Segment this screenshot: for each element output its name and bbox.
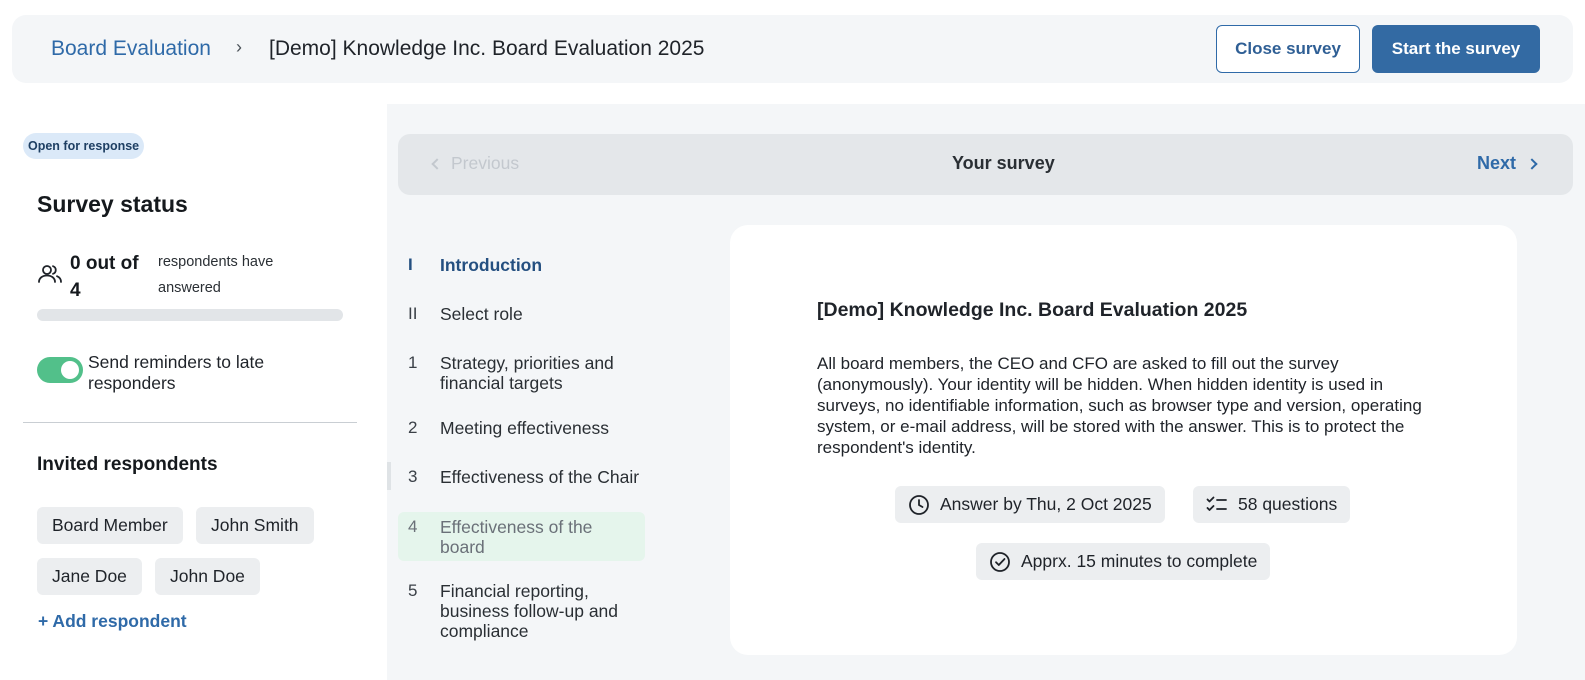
toc-item-introduction[interactable]: I Introduction xyxy=(398,255,645,277)
toc-number: 1 xyxy=(408,353,418,372)
divider xyxy=(23,422,357,423)
invited-respondents-title: Invited respondents xyxy=(37,454,218,475)
toc-item-select-role[interactable]: II Select role xyxy=(398,304,645,326)
toc-label: Strategy, priorities and financial targe… xyxy=(440,353,614,393)
toc-label: Financial reporting, business follow-up … xyxy=(440,581,619,641)
reminder-toggle-label: Send reminders to late responders xyxy=(88,352,265,393)
navbar-title: Your survey xyxy=(952,153,1055,173)
toc-label: Select role xyxy=(440,304,523,324)
breadcrumb-separator: › xyxy=(236,37,242,57)
toc-number: 4 xyxy=(408,517,418,536)
respondent-chip[interactable]: John Doe xyxy=(155,558,260,595)
toc-label: Introduction xyxy=(440,255,543,275)
toc-number: II xyxy=(408,304,418,323)
reminder-toggle[interactable] xyxy=(37,357,83,383)
toc-number: I xyxy=(408,255,413,274)
response-progress-bar xyxy=(37,309,343,321)
toc-item-meeting-effectiveness[interactable]: 2 Meeting effectiveness xyxy=(398,418,645,440)
survey-navbar: Previous Your survey Next xyxy=(398,134,1573,195)
toc-label: Meeting effectiveness xyxy=(440,418,609,438)
duration-pill: Apprx. 15 minutes to complete xyxy=(976,543,1271,580)
duration-text: Apprx. 15 minutes to complete xyxy=(1021,551,1258,571)
next-button[interactable]: Next xyxy=(1477,153,1538,174)
toc-label: Effectiveness of the board xyxy=(440,517,593,557)
chevron-left-icon xyxy=(431,157,443,170)
next-label: Next xyxy=(1477,153,1517,173)
clock-icon xyxy=(909,494,929,515)
card-title: [Demo] Knowledge Inc. Board Evaluation 2… xyxy=(817,299,1248,321)
respondent-chip[interactable]: John Smith xyxy=(196,507,314,544)
start-survey-button[interactable]: Start the survey xyxy=(1372,25,1540,73)
checklist-icon xyxy=(1206,496,1227,511)
toc-label: Effectiveness of the Chair xyxy=(440,467,640,487)
toc-item-chair-effectiveness[interactable]: 3 Effectiveness of the Chair xyxy=(398,467,645,489)
breadcrumb-root-link[interactable]: Board Evaluation xyxy=(51,37,211,61)
deadline-text: Answer by Thu, 2 Oct 2025 xyxy=(940,494,1152,514)
check-circle-icon xyxy=(990,551,1010,572)
questions-text: 58 questions xyxy=(1238,494,1338,514)
scroll-handle[interactable] xyxy=(387,462,391,490)
respondent-count-label: respondents have answered xyxy=(158,254,274,296)
breadcrumb-current: [Demo] Knowledge Inc. Board Evaluation 2… xyxy=(269,37,705,60)
people-icon xyxy=(38,265,62,283)
respondent-count: 0 out of 4 xyxy=(70,253,139,301)
toggle-knob xyxy=(61,361,79,379)
previous-label: Previous xyxy=(451,153,520,173)
introduction-card: [Demo] Knowledge Inc. Board Evaluation 2… xyxy=(730,225,1517,655)
toc-number: 2 xyxy=(408,418,418,437)
close-survey-button[interactable]: Close survey xyxy=(1216,25,1360,73)
respondent-chip[interactable]: Jane Doe xyxy=(37,558,142,595)
deadline-pill: Answer by Thu, 2 Oct 2025 xyxy=(895,486,1165,523)
status-badge: Open for response xyxy=(23,133,145,159)
card-description: All board members, the CEO and CFO are a… xyxy=(817,354,1422,457)
toc-item-board-effectiveness[interactable]: 4 Effectiveness of the board xyxy=(398,512,645,561)
survey-status-title: Survey status xyxy=(37,191,188,217)
toc-item-financial-reporting[interactable]: 5 Financial reporting, business follow-u… xyxy=(398,581,645,643)
questions-pill: 58 questions xyxy=(1193,486,1351,523)
toc-item-strategy[interactable]: 1 Strategy, priorities and financial tar… xyxy=(398,353,645,395)
toc-number: 5 xyxy=(408,581,418,600)
add-respondent-link[interactable]: + Add respondent xyxy=(38,611,187,632)
respondent-chip[interactable]: Board Member xyxy=(37,507,183,544)
previous-button[interactable]: Previous xyxy=(429,153,519,174)
toc-number: 3 xyxy=(408,467,418,486)
chevron-right-icon xyxy=(1526,157,1538,170)
